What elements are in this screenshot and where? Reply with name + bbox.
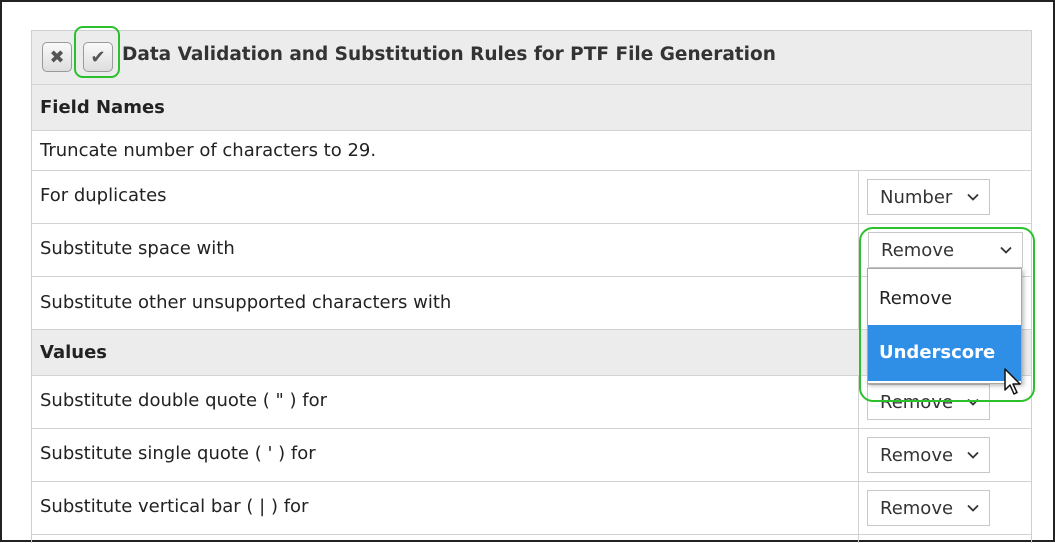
- truncate-row: Truncate number of characters to 29.: [32, 131, 1031, 171]
- section-heading-label: Values: [40, 342, 107, 363]
- rule-label: For duplicates: [40, 185, 167, 206]
- x-close-icon: ✖: [49, 46, 65, 68]
- rule-label: Substitute double quote ( " ) for: [40, 390, 328, 411]
- dialog-title: Data Validation and Substitution Rules f…: [122, 44, 776, 65]
- mouse-cursor-icon: [1004, 368, 1021, 395]
- rule-label: Substitute vertical bar ( | ) for: [40, 496, 309, 517]
- rule-label: Substitute space with: [40, 238, 235, 259]
- select-value: Remove: [880, 498, 954, 519]
- section-heading-label: Field Names: [40, 97, 165, 118]
- dialog-header: ✖ ✔ Data Validation and Substitution Rul…: [32, 31, 1031, 85]
- rule-row-duplicates: For duplicates Number: [32, 171, 1031, 224]
- single-quote-select[interactable]: Remove: [867, 437, 990, 473]
- section-heading-field-names: Field Names: [32, 85, 1031, 131]
- truncate-text: Truncate number of characters to 29.: [40, 140, 377, 161]
- select-value: Remove: [880, 445, 954, 466]
- cancel-button[interactable]: ✖: [42, 42, 72, 72]
- rule-row-vertical-bar: Substitute vertical bar ( | ) for Remove: [32, 482, 1031, 535]
- chevron-down-icon: [967, 193, 979, 201]
- confirm-button-highlight: [74, 26, 120, 78]
- select-value: Number: [880, 187, 953, 208]
- chevron-down-icon: [967, 504, 979, 512]
- rule-label: Substitute single quote ( ' ) for: [40, 443, 316, 464]
- duplicates-select[interactable]: Number: [867, 179, 990, 215]
- rule-row-single-quote: Substitute single quote ( ' ) for Remove: [32, 429, 1031, 482]
- vertical-bar-select[interactable]: Remove: [867, 490, 990, 526]
- rule-label: Substitute other unsupported characters …: [40, 292, 452, 313]
- chevron-down-icon: [967, 451, 979, 459]
